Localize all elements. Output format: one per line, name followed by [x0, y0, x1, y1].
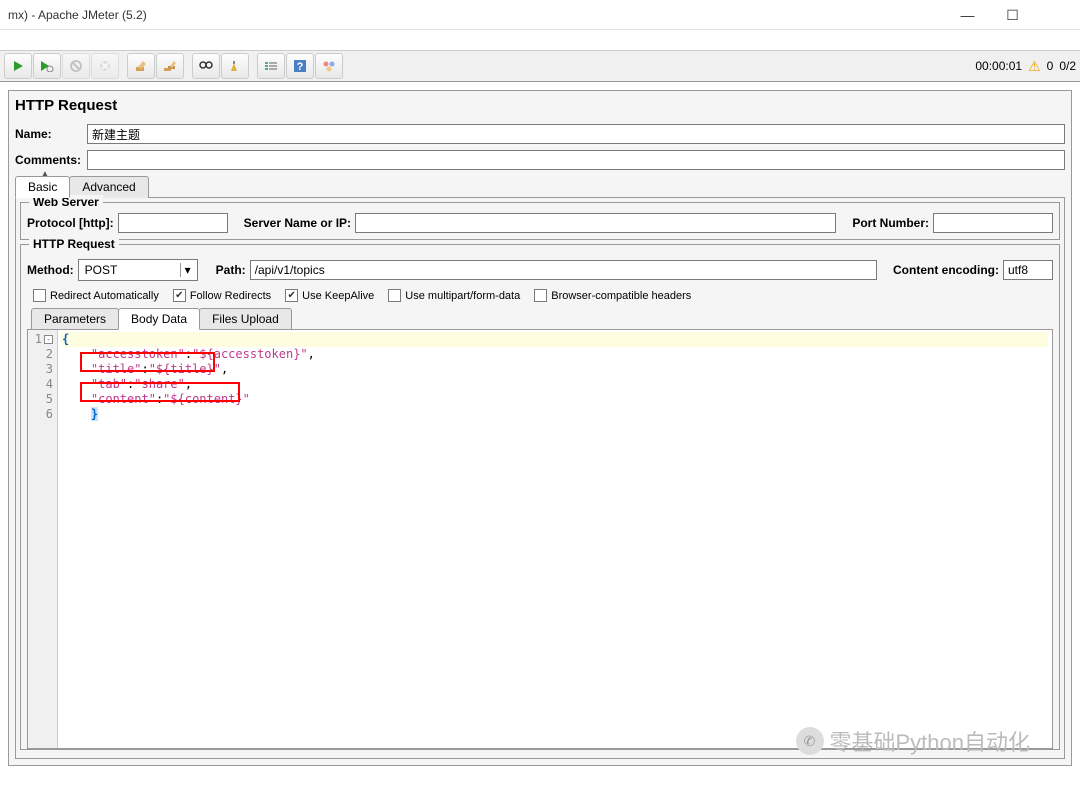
line-gutter: 1- 2 3 4 5 6: [28, 330, 58, 748]
clear-all-button[interactable]: [156, 53, 184, 79]
main-panel: HTTP Request Name: Comments: ▲▼ Basic Ad…: [0, 82, 1080, 774]
toolbar: ? 00:00:01 ⚠ 0 0/2: [0, 50, 1080, 82]
templates-button[interactable]: [315, 53, 343, 79]
redirect-auto-checkbox[interactable]: Redirect Automatically: [33, 289, 159, 302]
name-label: Name:: [15, 127, 83, 141]
web-server-fieldset: Web Server Protocol [http]: Server Name …: [20, 202, 1060, 240]
protocol-input[interactable]: [118, 213, 228, 233]
name-input[interactable]: [87, 124, 1065, 144]
method-select[interactable]: POST ▾: [78, 259, 198, 281]
watermark: ✆ 零基础Python自动化: [796, 725, 1031, 757]
thread-ratio: 0/2: [1059, 59, 1076, 73]
method-label: Method:: [27, 263, 74, 277]
watermark-text: 零基础Python自动化: [830, 725, 1031, 757]
browser-compat-checkbox[interactable]: Browser-compatible headers: [534, 289, 691, 302]
port-label: Port Number:: [852, 216, 929, 230]
protocol-label: Protocol [http]:: [27, 216, 114, 230]
reset-search-button[interactable]: [221, 53, 249, 79]
stop-button[interactable]: [62, 53, 90, 79]
path-label: Path:: [216, 263, 246, 277]
tab-files-upload[interactable]: Files Upload: [199, 308, 292, 330]
comments-input[interactable]: [87, 150, 1065, 170]
basic-tab-content: Web Server Protocol [http]: Server Name …: [15, 197, 1065, 759]
method-value: POST: [85, 263, 118, 277]
tab-basic[interactable]: Basic: [15, 176, 70, 198]
port-input[interactable]: [933, 213, 1053, 233]
follow-redirects-checkbox[interactable]: ✔Follow Redirects: [173, 289, 271, 302]
elapsed-time: 00:00:01: [975, 59, 1022, 73]
comments-label: Comments:: [15, 153, 83, 167]
config-tabs: Basic Advanced: [15, 176, 1065, 198]
start-button[interactable]: [4, 53, 32, 79]
window-controls: — ☐: [945, 0, 1080, 30]
title-bar: mx) - Apache JMeter (5.2) — ☐: [0, 0, 1080, 30]
body-subtabs: Parameters Body Data Files Upload: [31, 308, 1053, 330]
tab-parameters[interactable]: Parameters: [31, 308, 119, 330]
multipart-checkbox[interactable]: Use multipart/form-data: [388, 289, 520, 302]
code-line-2: "accesstoken":"${accesstoken}",: [62, 347, 1048, 362]
tab-body-data[interactable]: Body Data: [118, 308, 200, 330]
panel-title: HTTP Request: [15, 97, 1065, 114]
code-line-4: "tab":"share",: [62, 377, 1048, 392]
http-request-fieldset: HTTP Request Method: POST ▾ Path: Conten…: [20, 244, 1060, 750]
help-button[interactable]: ?: [286, 53, 314, 79]
warning-icon[interactable]: ⚠: [1028, 58, 1041, 75]
http-request-legend: HTTP Request: [29, 237, 119, 251]
keepalive-checkbox[interactable]: ✔Use KeepAlive: [285, 289, 374, 302]
warning-count: 0: [1047, 59, 1054, 73]
code-line-6: }: [62, 407, 1048, 422]
function-helper-button[interactable]: [257, 53, 285, 79]
start-no-pauses-button[interactable]: [33, 53, 61, 79]
minimize-button[interactable]: —: [945, 0, 990, 30]
encoding-input[interactable]: [1003, 260, 1053, 280]
body-editor[interactable]: 1- 2 3 4 5 6 { "accesstoken":"${accessto…: [27, 329, 1053, 749]
servername-input[interactable]: [355, 213, 836, 233]
path-input[interactable]: [250, 260, 877, 280]
servername-label: Server Name or IP:: [244, 216, 351, 230]
code-content[interactable]: { "accesstoken":"${accesstoken}", "title…: [58, 330, 1052, 748]
menu-bar: [0, 30, 1080, 50]
svg-text:?: ?: [297, 61, 304, 73]
window-title: mx) - Apache JMeter (5.2): [8, 8, 147, 22]
close-button[interactable]: [1035, 0, 1080, 30]
code-line-3: "title":"${title}",: [62, 362, 1048, 377]
maximize-button[interactable]: ☐: [990, 0, 1035, 30]
encoding-label: Content encoding:: [893, 263, 999, 277]
chevron-down-icon: ▾: [180, 263, 195, 277]
shutdown-button[interactable]: [91, 53, 119, 79]
search-button[interactable]: [192, 53, 220, 79]
code-line-1: {: [62, 332, 1048, 347]
code-line-5: "content":"${content}": [62, 392, 1048, 407]
options-row: Redirect Automatically ✔Follow Redirects…: [27, 289, 1053, 302]
clear-button[interactable]: [127, 53, 155, 79]
wechat-icon: ✆: [796, 727, 824, 755]
